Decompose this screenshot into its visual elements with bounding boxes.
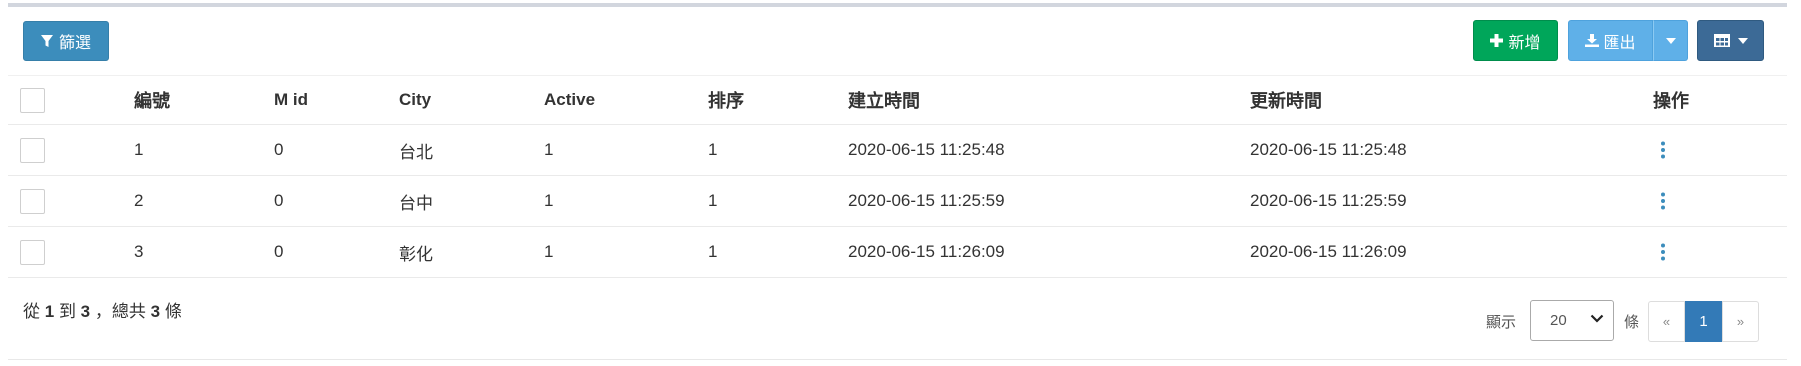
row-actions-cell bbox=[1653, 176, 1673, 226]
table-row: 3 0 彰化 1 1 2020-06-15 11:26:09 2020-06-1… bbox=[8, 227, 1787, 278]
summary-to-word: 到 bbox=[58, 302, 76, 321]
cell-active: 1 bbox=[544, 140, 554, 159]
cell-id: 1 bbox=[134, 140, 144, 159]
grid-panel: 篩選 新增 匯出 編號 M id City Active 排序 建立時間 更新時… bbox=[8, 7, 1787, 360]
download-icon bbox=[1585, 34, 1600, 47]
vertical-ellipsis-icon[interactable] bbox=[1653, 242, 1673, 262]
header-updated[interactable]: 更新時間 bbox=[1250, 76, 1322, 124]
row-select-cell bbox=[20, 125, 45, 175]
add-button-label: 新增 bbox=[1508, 34, 1541, 52]
header-mid[interactable]: M id bbox=[274, 76, 308, 124]
row-checkbox[interactable] bbox=[20, 137, 45, 163]
pagination-summary: 從 1 到 3 ，總共 3 條 bbox=[23, 297, 182, 322]
cell-mid: 0 bbox=[274, 242, 284, 261]
cell-created: 2020-06-15 11:25:59 bbox=[848, 191, 1005, 210]
export-dropdown-toggle[interactable] bbox=[1653, 20, 1688, 61]
cell-mid: 0 bbox=[274, 140, 284, 159]
filter-icon bbox=[40, 34, 53, 47]
cell-active: 1 bbox=[544, 191, 554, 210]
row-checkbox[interactable] bbox=[20, 239, 45, 265]
cell-active: 1 bbox=[544, 242, 554, 261]
summary-unit: 條 bbox=[164, 302, 182, 321]
cell-sort: 1 bbox=[708, 242, 718, 261]
plus-icon bbox=[1490, 34, 1504, 47]
select-all-cell bbox=[20, 76, 45, 124]
pagination: « 1 » bbox=[1648, 301, 1759, 342]
header-actions: 操作 bbox=[1653, 91, 1689, 111]
export-button-label: 匯出 bbox=[1603, 34, 1636, 52]
show-label: 顯示 bbox=[1486, 314, 1517, 331]
vertical-ellipsis-icon[interactable] bbox=[1653, 191, 1673, 211]
row-actions-cell bbox=[1653, 125, 1673, 175]
header-active[interactable]: Active bbox=[544, 76, 595, 124]
export-button[interactable]: 匯出 bbox=[1568, 20, 1653, 61]
header-created[interactable]: 建立時間 bbox=[848, 76, 920, 124]
summary-to: 3 bbox=[80, 302, 91, 321]
add-button[interactable]: 新增 bbox=[1473, 20, 1558, 61]
next-page-button[interactable]: » bbox=[1722, 301, 1759, 342]
page-size-value: 20 bbox=[1550, 312, 1567, 329]
chevron-down-icon bbox=[1590, 314, 1604, 323]
vertical-ellipsis-icon[interactable] bbox=[1653, 140, 1673, 160]
cell-sort: 1 bbox=[708, 140, 718, 159]
cell-sort: 1 bbox=[708, 191, 718, 210]
select-all-checkbox[interactable] bbox=[20, 87, 45, 113]
header-id[interactable]: 編號 bbox=[134, 76, 170, 124]
table-columns-icon bbox=[1713, 34, 1730, 47]
row-select-cell bbox=[20, 227, 45, 277]
rows-label: 條 bbox=[1624, 314, 1640, 331]
prev-page-button[interactable]: « bbox=[1648, 301, 1685, 342]
cell-created: 2020-06-15 11:26:09 bbox=[848, 242, 1005, 261]
table-row: 1 0 台北 1 1 2020-06-15 11:25:48 2020-06-1… bbox=[8, 125, 1787, 176]
cell-updated: 2020-06-15 11:26:09 bbox=[1250, 242, 1407, 261]
cell-mid: 0 bbox=[274, 191, 284, 210]
cell-city: 台中 bbox=[399, 193, 433, 213]
row-checkbox[interactable] bbox=[20, 188, 45, 214]
caret-down-icon bbox=[1665, 37, 1676, 44]
cell-city: 彰化 bbox=[399, 244, 433, 264]
caret-down-icon bbox=[1737, 37, 1748, 44]
header-city[interactable]: City bbox=[399, 76, 431, 124]
page-size-select[interactable]: 20 bbox=[1530, 300, 1614, 341]
table-row: 2 0 台中 1 1 2020-06-15 11:25:59 2020-06-1… bbox=[8, 176, 1787, 227]
cell-updated: 2020-06-15 11:25:48 bbox=[1250, 140, 1407, 159]
filter-button[interactable]: 篩選 bbox=[23, 21, 109, 61]
summary-from-word: 從 bbox=[23, 302, 40, 321]
cell-updated: 2020-06-15 11:25:59 bbox=[1250, 191, 1407, 210]
page-1-button[interactable]: 1 bbox=[1685, 301, 1722, 342]
cell-id: 3 bbox=[134, 242, 144, 261]
row-actions-cell bbox=[1653, 227, 1673, 277]
grid-footer: 從 1 到 3 ，總共 3 條 顯示 20 條 « 1 » bbox=[8, 287, 1787, 347]
summary-from: 1 bbox=[44, 302, 55, 321]
columns-toggle-button[interactable] bbox=[1697, 20, 1764, 61]
data-table: 編號 M id City Active 排序 建立時間 更新時間 操作 1 0 … bbox=[8, 75, 1787, 278]
filter-button-label: 篩選 bbox=[58, 35, 91, 52]
summary-total-word: ，總共 bbox=[94, 302, 146, 321]
table-header-row: 編號 M id City Active 排序 建立時間 更新時間 操作 bbox=[8, 75, 1787, 125]
summary-total: 3 bbox=[150, 302, 161, 321]
cell-city: 台北 bbox=[399, 142, 433, 162]
cell-id: 2 bbox=[134, 191, 144, 210]
cell-created: 2020-06-15 11:25:48 bbox=[848, 140, 1005, 159]
header-sort[interactable]: 排序 bbox=[708, 76, 744, 124]
row-select-cell bbox=[20, 176, 45, 226]
